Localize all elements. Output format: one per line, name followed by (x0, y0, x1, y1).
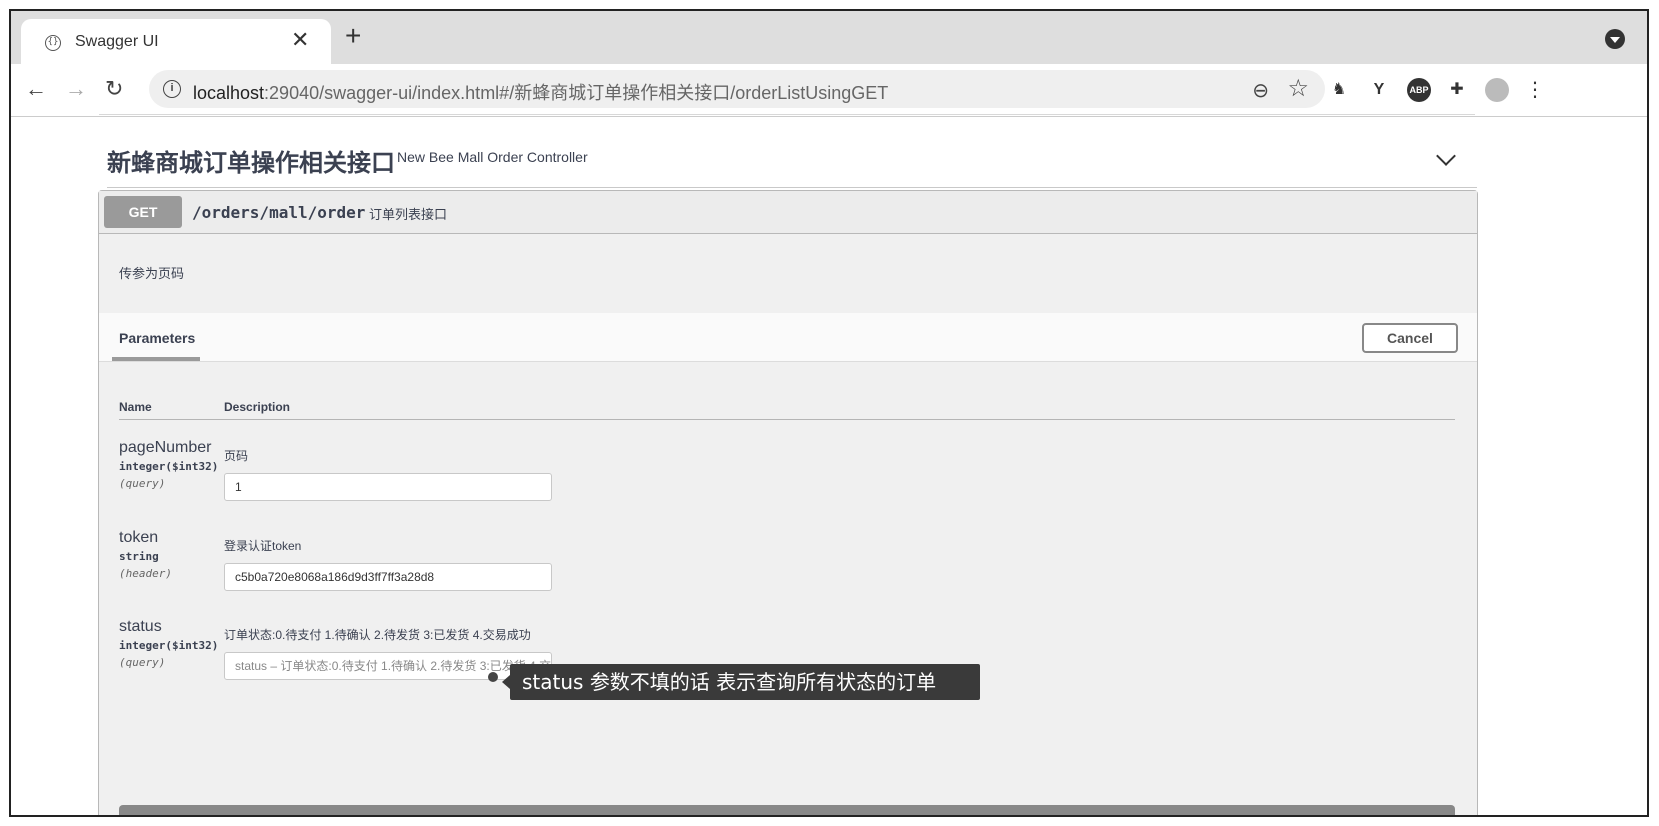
evernote-icon[interactable]: ♞ (1327, 78, 1351, 102)
extension-y-icon[interactable]: Y (1367, 78, 1391, 102)
param-type: integer($int32) (119, 460, 219, 473)
tab-search-icon[interactable] (1605, 29, 1625, 49)
param-location: (header) (119, 567, 172, 580)
operation-summary[interactable]: GET /orders/mall/order 订单列表接口 (99, 191, 1477, 234)
reload-icon[interactable]: ↻ (105, 76, 123, 102)
tab-parameters[interactable]: Parameters (119, 330, 195, 346)
annotation-callout: status 参数不填的话 表示查询所有状态的订单 (502, 664, 980, 700)
address-bar[interactable]: i localhost:29040/swagger-ui/index.html#… (149, 70, 1325, 108)
callout-pointer-dot (488, 672, 498, 682)
divider (99, 114, 1475, 115)
profile-avatar-icon[interactable] (1485, 78, 1509, 102)
divider (119, 419, 1455, 420)
tab-underline (112, 357, 200, 361)
param-name: token (119, 529, 159, 546)
zoom-icon[interactable]: ⊖ (1252, 78, 1269, 103)
back-icon[interactable]: ← (25, 76, 47, 102)
param-description: 页码 (224, 449, 249, 463)
more-menu-icon[interactable]: ⋮ (1523, 78, 1547, 102)
operation-description: 传参为页码 (119, 266, 185, 281)
operation-block: GET /orders/mall/order 订单列表接口 传参为页码 Para… (98, 190, 1478, 815)
url-path: :29040/swagger-ui/index.html#/新蜂商城订单操作相关… (264, 83, 889, 103)
column-header-name: Name (119, 400, 152, 414)
pageNumber-input[interactable]: 1 (224, 473, 552, 501)
browser-window: {} Swagger UI ✕ + ← → ↻ i localhost:2904… (9, 9, 1649, 817)
page-content: 新蜂商城订单操作相关接口 New Bee Mall Order Controll… (11, 114, 1647, 815)
parameters-header: Parameters Cancel (99, 313, 1477, 362)
tab-title: Swagger UI (75, 33, 159, 50)
token-input[interactable]: c5b0a720e8068a186d9d3ff7ff3a28d8 (224, 563, 552, 591)
tab-strip: {} Swagger UI ✕ + (11, 11, 1647, 64)
cancel-button[interactable]: Cancel (1362, 323, 1458, 353)
param-description: 订单状态:0.待支付 1.待确认 2.待发货 3:已发货 4.交易成功 (224, 628, 531, 642)
bookmark-star-icon[interactable]: ☆ (1287, 74, 1309, 103)
controller-description: New Bee Mall Order Controller (397, 149, 588, 165)
param-name: pageNumber (119, 439, 212, 456)
param-type: integer($int32) (119, 639, 219, 652)
operation-summary-text: 订单列表接口 (369, 207, 448, 222)
site-info-icon[interactable]: i (163, 80, 181, 98)
new-tab-button[interactable]: + (345, 21, 361, 51)
method-badge: GET (104, 196, 182, 228)
param-location: (query) (119, 477, 166, 490)
forward-icon[interactable]: → (65, 76, 87, 102)
operation-path: /orders/mall/order (192, 203, 366, 222)
url-text[interactable]: localhost:29040/swagger-ui/index.html#/新… (193, 79, 888, 105)
column-header-description: Description (224, 400, 291, 414)
controller-header[interactable]: 新蜂商城订单操作相关接口 New Bee Mall Order Controll… (107, 129, 1477, 188)
adblock-icon[interactable]: ABP (1407, 78, 1431, 102)
url-host: localhost (193, 83, 265, 103)
controller-title: 新蜂商城订单操作相关接口 (107, 149, 395, 177)
browser-toolbar: ← → ↻ i localhost:29040/swagger-ui/index… (11, 64, 1647, 117)
swagger-favicon-icon: {} (45, 35, 61, 51)
puzzle-extensions-icon[interactable]: ✚ (1445, 78, 1469, 102)
chevron-down-icon[interactable] (1436, 146, 1456, 166)
param-location: (query) (119, 656, 166, 669)
execute-button[interactable]: Execute (119, 805, 1455, 815)
param-type: string (119, 550, 159, 563)
close-tab-icon[interactable]: ✕ (291, 29, 309, 51)
browser-tab[interactable]: {} Swagger UI ✕ (21, 19, 331, 64)
param-name: status (119, 618, 162, 635)
param-description: 登录认证token (224, 539, 302, 553)
